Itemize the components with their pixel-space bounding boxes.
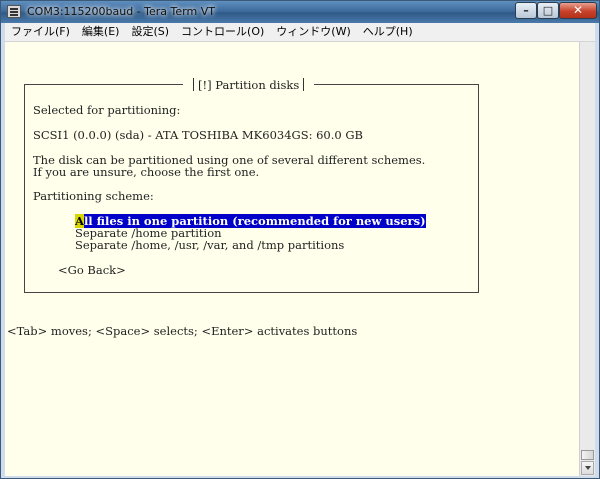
- close-icon: ✕: [572, 3, 584, 17]
- maximize-button[interactable]: □: [537, 2, 559, 19]
- chevron-down-icon[interactable]: [581, 461, 594, 475]
- menu-setup[interactable]: 設定(S): [125, 23, 175, 41]
- tera-term-window: COM3:115200baud - Tera Term VT – □ ✕ ファイ…: [0, 0, 600, 479]
- vertical-scrollbar[interactable]: [579, 42, 595, 476]
- description-line-2: If you are unsure, choose the first one.: [33, 165, 260, 179]
- disk-info: SCSI1 (0.0.0) (sda) - ATA TOSHIBA MK6034…: [33, 128, 364, 142]
- option-separate-multi[interactable]: Separate /home, /usr, /var, and /tmp par…: [75, 238, 344, 252]
- menu-file[interactable]: ファイル(F): [5, 23, 76, 41]
- minimize-button[interactable]: –: [515, 2, 537, 19]
- title-bar[interactable]: COM3:115200baud - Tera Term VT – □ ✕: [1, 1, 599, 23]
- scrollbar-thumb[interactable]: [581, 450, 594, 460]
- window-title: COM3:115200baud - Tera Term VT: [27, 5, 215, 18]
- menu-edit[interactable]: 編集(E): [76, 23, 126, 41]
- close-button[interactable]: ✕: [559, 2, 597, 19]
- go-back-button[interactable]: <Go Back>: [58, 263, 126, 277]
- scheme-label: Partitioning scheme:: [33, 189, 154, 203]
- menu-help[interactable]: ヘルプ(H): [357, 23, 419, 41]
- menu-bar: ファイル(F) 編集(E) 設定(S) コントロール(O) ウィンドウ(W) ヘ…: [5, 23, 595, 42]
- dialog-title-text: [!] Partition disks: [198, 78, 300, 92]
- minimize-icon: –: [523, 4, 529, 17]
- menu-control[interactable]: コントロール(O): [175, 23, 270, 41]
- dialog-title: [!] Partition disks: [183, 77, 315, 93]
- maximize-icon: □: [542, 4, 554, 17]
- selected-label: Selected for partitioning:: [33, 103, 181, 117]
- help-line: <Tab> moves; <Space> selects; <Enter> ac…: [7, 324, 358, 338]
- terminal-icon[interactable]: [7, 5, 21, 18]
- menu-window[interactable]: ウィンドウ(W): [270, 23, 356, 41]
- terminal-screen[interactable]: [!] Partition disks Selected for partiti…: [5, 42, 579, 476]
